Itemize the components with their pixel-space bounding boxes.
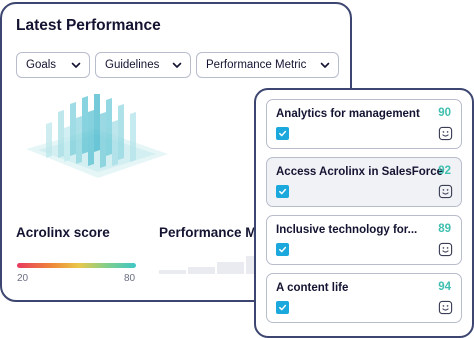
checkbox-checked[interactable] [276,301,289,314]
checkbox-checked[interactable] [276,185,289,198]
score-max-value: 80 [124,273,136,284]
dropdown-label: Performance Metric [206,59,307,71]
checkmark-icon [279,304,287,311]
3d-bar-chart-graphic [26,94,168,178]
smiley-icon [438,126,453,141]
performance-metric-mini-chart [159,248,273,274]
dropdown-label: Goals [26,59,57,71]
list-item-inclusive-technology[interactable]: Inclusive technology for... 89 [266,215,462,265]
smiley-icon [438,242,453,257]
acrolinx-score-label: Acrolinx score [16,225,110,240]
chevron-down-icon [71,62,81,68]
item-score: 90 [438,107,451,119]
chevron-down-icon [320,62,330,68]
checkbox-checked[interactable] [276,243,289,256]
checkmark-icon [279,130,287,137]
smiley-icon [438,300,453,315]
smiley-icon [438,184,453,199]
guidelines-dropdown[interactable]: Guidelines [95,52,191,78]
checkmark-icon [279,246,287,253]
item-score: 94 [438,281,451,293]
list-item-analytics[interactable]: Analytics for management 90 [266,99,462,149]
item-score: 92 [438,165,451,177]
item-score: 89 [438,223,451,235]
card-title: Latest Performance [16,17,161,34]
list-item-salesforce[interactable]: Access Acrolinx in SalesForce 92 [266,157,462,207]
item-title: Analytics for management [276,108,420,120]
list-item-content-life[interactable]: A content life 94 [266,273,462,323]
score-min-value: 20 [17,273,29,284]
checkbox-checked[interactable] [276,127,289,140]
content-list-card: Analytics for management 90 Access Acrol… [254,88,474,338]
score-gradient-bar [17,263,136,268]
item-title: Inclusive technology for... [276,224,418,236]
item-title: Access Acrolinx in SalesForce [276,166,444,178]
performance-metric-label: Performance Me [159,225,265,240]
chevron-down-icon [172,62,182,68]
item-title: A content life [276,282,349,294]
checkmark-icon [279,188,287,195]
dropdown-label: Guidelines [105,59,160,71]
goals-dropdown[interactable]: Goals [16,52,90,78]
performance-metric-dropdown[interactable]: Performance Metric [196,52,339,78]
